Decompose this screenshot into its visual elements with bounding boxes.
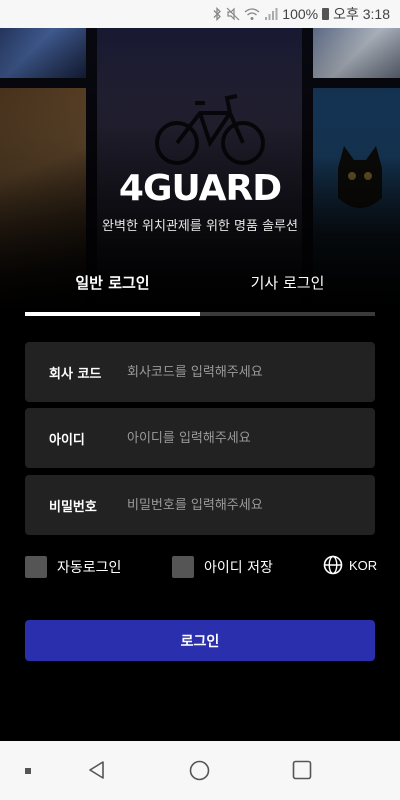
status-time: 오후 3:18 [333,6,390,22]
recent-dot-icon[interactable] [24,767,32,775]
signal-icon [265,8,278,20]
password-label: 비밀번호 [49,499,97,515]
company-code-label: 회사 코드 [49,366,102,382]
user-id-label: 아이디 [49,432,85,448]
globe-icon [323,555,343,575]
password-input[interactable] [127,485,375,525]
battery-percent: 100% [282,6,319,22]
app-tagline: 완벽한 위치관제를 위한 명품 솔루션 [102,219,298,234]
app-logo: 4GUARD [118,168,282,209]
battery-icon [322,8,330,20]
language-label: KOR [349,557,378,573]
home-icon[interactable] [189,760,210,781]
back-icon[interactable] [86,759,108,781]
save-id-label: 아이디 저장 [204,560,273,576]
status-icons [212,7,278,21]
auto-login-option[interactable]: 자동로그인 [25,556,121,578]
tab-driver-login[interactable]: 기사 로그인 [200,272,375,293]
company-code-field: 회사 코드 [25,342,375,402]
company-code-input[interactable] [127,352,375,392]
tab-active-indicator [25,312,200,316]
save-id-option[interactable]: 아이디 저장 [172,556,273,578]
bluetooth-icon [213,7,222,21]
save-id-checkbox[interactable] [172,556,194,578]
login-button[interactable]: 로그인 [25,620,375,661]
status-bar: 100% 오후 3:18 [0,0,400,28]
system-nav-bar [0,741,400,800]
password-field: 비밀번호 [25,475,375,535]
auto-login-label: 자동로그인 [57,560,122,576]
user-id-field: 아이디 [25,408,375,468]
overview-icon[interactable] [292,760,312,780]
wifi-icon [244,8,260,20]
tab-general-login[interactable]: 일반 로그인 [25,272,200,293]
user-id-input[interactable] [127,418,375,458]
language-selector[interactable]: KOR [323,555,377,575]
mute-icon [226,7,240,21]
auto-login-checkbox[interactable] [25,556,47,578]
